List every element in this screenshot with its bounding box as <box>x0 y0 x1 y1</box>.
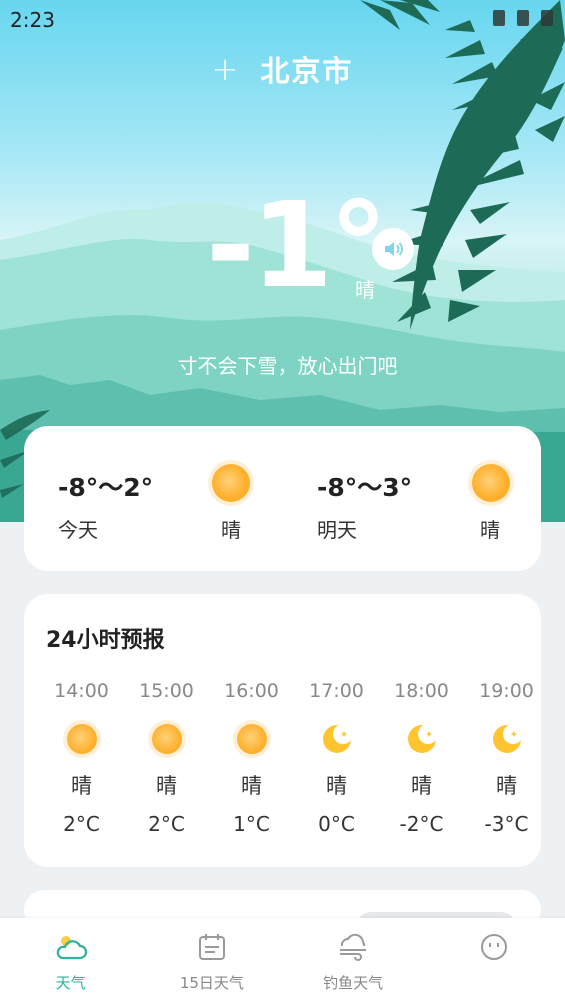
hour-time: 14:00 <box>54 680 109 702</box>
face-icon <box>477 930 511 964</box>
bottom-nav: 天气 15日天气 钓鱼天气 <box>0 918 565 1004</box>
hourly-title: 24小时预报 <box>46 628 165 653</box>
weather-tip: 寸不会下雪，放心出门吧 <box>177 354 398 378</box>
hour-time: 15:00 <box>139 680 194 702</box>
hour-temp: -2°C <box>399 812 444 836</box>
hour-condition: 晴 <box>326 774 347 798</box>
hour-time: 16:00 <box>224 680 279 702</box>
hour-temp: -3°C <box>484 812 529 836</box>
moon-icon <box>407 724 437 754</box>
signal-icon <box>493 10 505 26</box>
sun-icon <box>236 724 267 754</box>
nav-label: 15日天气 <box>179 974 244 992</box>
today-temp-range: -8°～2° <box>58 473 154 502</box>
speaker-icon <box>385 242 403 256</box>
hour-temp: 1°C <box>233 812 270 836</box>
tomorrow-condition: 晴 <box>480 518 500 542</box>
hour-temp: 2°C <box>148 812 185 836</box>
hour-time: 19:00 <box>479 680 534 702</box>
tomorrow-label: 明天 <box>317 518 357 542</box>
hourly-forecast-card[interactable]: 24小时预报 14:00 晴 2°C 15:00 晴 2°C 16:00 晴 1… <box>24 594 541 867</box>
nav-label: 钓鱼天气 <box>323 974 384 992</box>
nav-label: 天气 <box>55 974 86 992</box>
sun-icon <box>66 724 97 754</box>
voice-broadcast-button[interactable] <box>372 228 414 270</box>
today-condition: 晴 <box>221 518 241 542</box>
hour-item: 17:00 晴 0°C <box>294 680 379 836</box>
moon-icon <box>492 724 522 754</box>
hour-temp: 0°C <box>318 812 355 836</box>
hour-item: 14:00 晴 2°C <box>39 680 124 836</box>
hour-temp: 2°C <box>63 812 100 836</box>
status-icons <box>493 10 553 26</box>
current-condition: 晴 <box>355 278 375 302</box>
hour-item: 19:00 晴 -3°C <box>464 680 541 836</box>
wind-icon <box>336 930 370 964</box>
calendar-icon <box>195 930 229 964</box>
hour-condition: 晴 <box>496 774 517 798</box>
tomorrow-temp-range: -8°～3° <box>317 473 413 502</box>
sun-icon <box>212 464 250 502</box>
hour-time: 17:00 <box>309 680 364 702</box>
hour-condition: 晴 <box>156 774 177 798</box>
nav-tab-15day[interactable]: 15日天气 <box>141 918 282 1004</box>
sun-icon <box>151 724 182 754</box>
moon-icon <box>322 724 352 754</box>
hour-item: 15:00 晴 2°C <box>124 680 209 836</box>
battery-icon <box>541 10 553 26</box>
wifi-icon <box>517 10 529 26</box>
sun-icon <box>472 464 510 502</box>
hour-time: 18:00 <box>394 680 449 702</box>
hour-item: 18:00 晴 -2°C <box>379 680 464 836</box>
hour-condition: 晴 <box>241 774 262 798</box>
add-city-button[interactable]: + <box>212 53 239 85</box>
city-header: + 北京市 <box>0 48 565 90</box>
nav-tab-weather[interactable]: 天气 <box>0 918 141 1004</box>
nav-tab-profile[interactable] <box>424 918 565 1004</box>
hour-condition: 晴 <box>411 774 432 798</box>
daily-summary-card[interactable]: -8°～2° 今天 晴 -8°～3° 明天 晴 <box>24 426 541 571</box>
today-label: 今天 <box>58 518 98 542</box>
hour-condition: 晴 <box>71 774 92 798</box>
status-time: 2:23 <box>10 8 55 32</box>
city-name[interactable]: 北京市 <box>260 48 353 90</box>
cloud-icon <box>54 930 88 964</box>
hour-item: 16:00 晴 1°C <box>209 680 294 836</box>
nav-tab-fishing[interactable]: 钓鱼天气 <box>283 918 424 1004</box>
